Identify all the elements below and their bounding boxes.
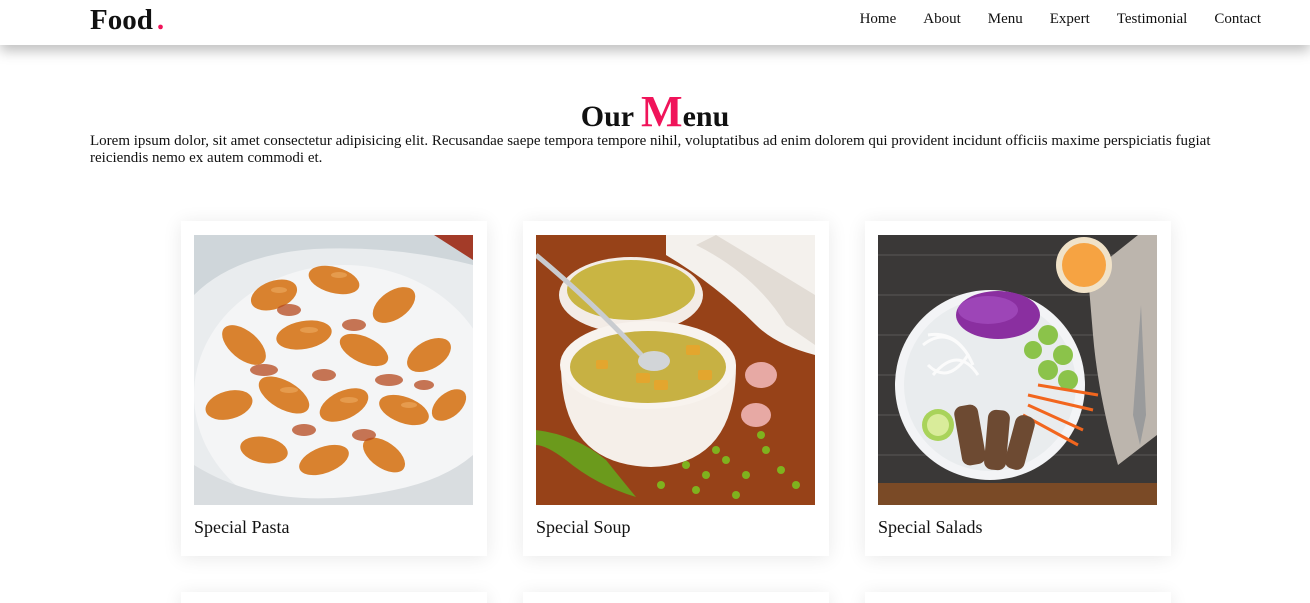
nav-link-testimonial[interactable]: Testimonial bbox=[1117, 0, 1188, 38]
menu-card-row2-3[interactable] bbox=[865, 592, 1171, 603]
menu-card-pasta[interactable]: Special Pasta bbox=[181, 221, 487, 556]
card-title: Special Salads bbox=[878, 517, 983, 537]
title-rest: enu bbox=[682, 100, 730, 133]
nav-link-menu[interactable]: Menu bbox=[988, 0, 1023, 38]
card-title: Special Pasta bbox=[194, 517, 290, 537]
section-description: Lorem ipsum dolor, sit amet consectetur … bbox=[90, 133, 1211, 166]
nav-link-about[interactable]: About bbox=[923, 0, 961, 38]
salad-photo bbox=[878, 235, 1157, 505]
nav-menu: Home About Menu Expert Testimonial Conta… bbox=[833, 0, 1261, 38]
nav-link-home[interactable]: Home bbox=[860, 0, 897, 38]
menu-card-row2-1[interactable] bbox=[181, 592, 487, 603]
brand-logo[interactable]: Food. bbox=[90, 2, 164, 38]
card-title: Special Soup bbox=[536, 517, 631, 537]
title-prefix: Our bbox=[580, 100, 642, 133]
menu-card-salads[interactable]: Special Salads bbox=[865, 221, 1171, 556]
soup-photo bbox=[536, 235, 815, 505]
menu-card-soup[interactable]: Special Soup bbox=[523, 221, 829, 556]
menu-card-row2-2[interactable] bbox=[523, 592, 829, 603]
brand-text: Food bbox=[90, 4, 153, 36]
navbar: Food. Home About Menu Expert Testimonial… bbox=[0, 0, 1310, 45]
brand-dot: . bbox=[156, 4, 165, 36]
title-big-letter: M bbox=[641, 87, 683, 136]
nav-link-expert[interactable]: Expert bbox=[1050, 0, 1090, 38]
nav-link-contact[interactable]: Contact bbox=[1214, 0, 1261, 38]
pasta-photo bbox=[194, 235, 473, 505]
